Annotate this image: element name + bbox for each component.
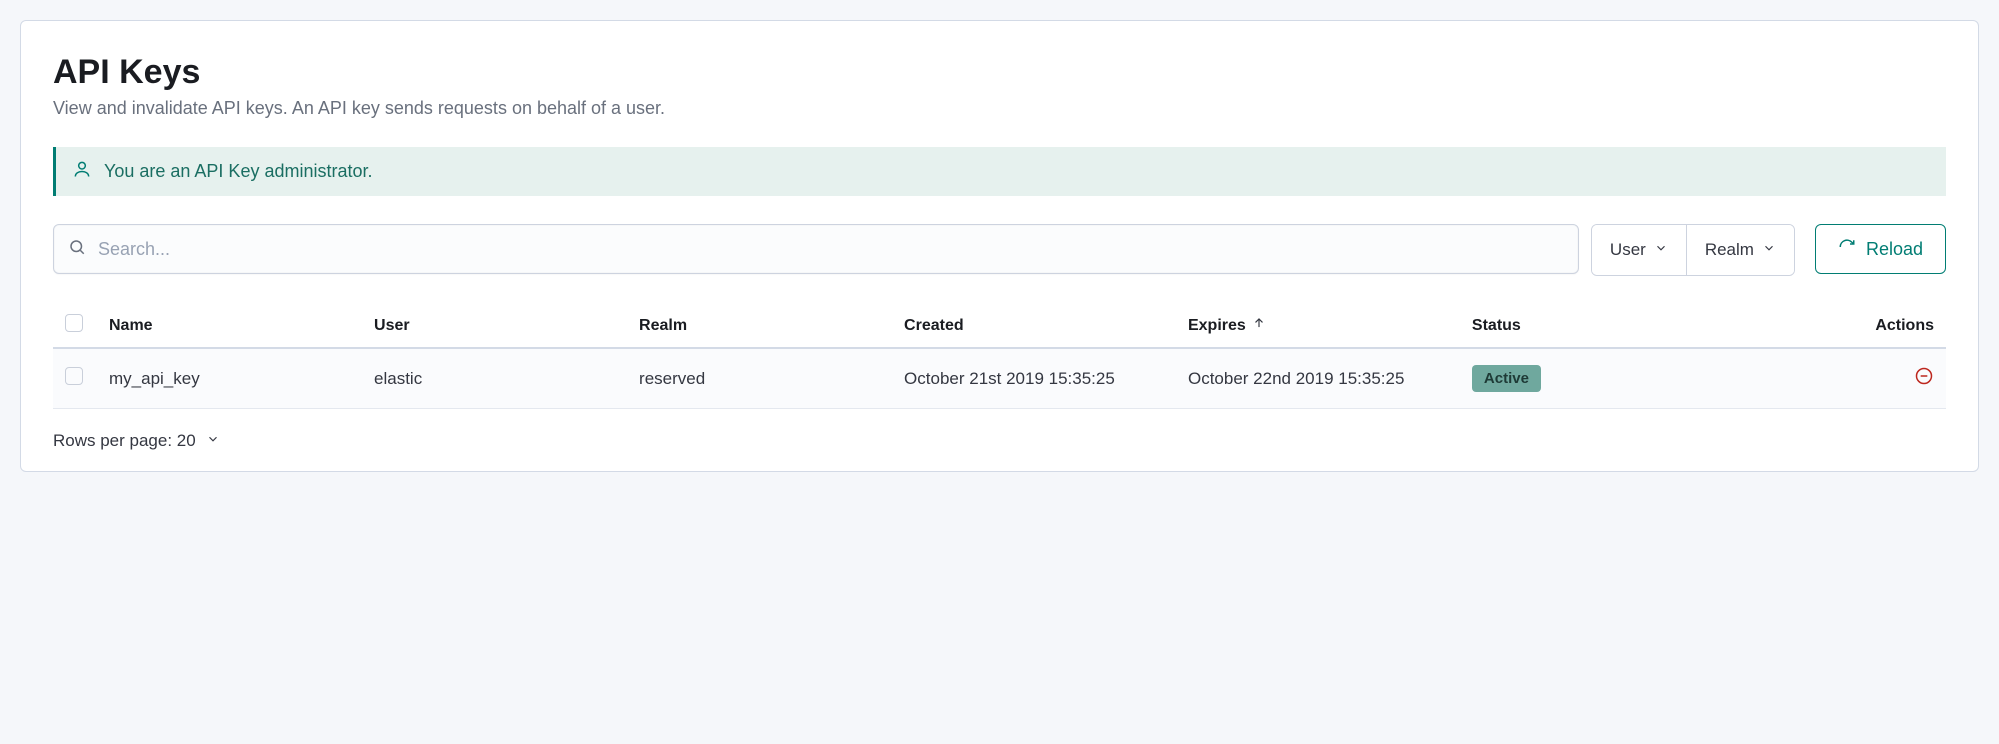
cell-realm: reserved — [627, 348, 892, 409]
row-checkbox[interactable] — [65, 367, 83, 385]
table-row: my_api_key elastic reserved October 21st… — [53, 348, 1946, 409]
status-badge: Active — [1472, 365, 1541, 392]
col-header-actions: Actions — [1725, 304, 1946, 348]
chevron-down-icon — [1762, 240, 1776, 260]
toolbar: User Realm Reload — [53, 224, 1946, 276]
invalidate-button[interactable] — [1914, 366, 1934, 391]
api-keys-table: Name User Realm Created Expires Status A… — [53, 304, 1946, 409]
sort-asc-icon — [1252, 316, 1266, 335]
search-input[interactable] — [96, 238, 1564, 261]
filter-realm-label: Realm — [1705, 240, 1754, 260]
chevron-down-icon — [1654, 240, 1668, 260]
col-header-realm[interactable]: Realm — [627, 304, 892, 348]
page-title: API Keys — [53, 53, 1946, 92]
cell-name: my_api_key — [97, 348, 362, 409]
cell-status: Active — [1460, 348, 1725, 409]
col-header-status[interactable]: Status — [1460, 304, 1725, 348]
col-expires-label: Expires — [1188, 317, 1246, 335]
filter-group: User Realm — [1591, 224, 1795, 276]
page-subtitle: View and invalidate API keys. An API key… — [53, 98, 1946, 119]
admin-callout: You are an API Key administrator. — [53, 147, 1946, 196]
cell-expires: October 22nd 2019 15:35:25 — [1176, 348, 1460, 409]
search-wrap[interactable] — [53, 224, 1579, 274]
col-header-name[interactable]: Name — [97, 304, 362, 348]
col-header-expires[interactable]: Expires — [1176, 304, 1460, 348]
user-icon — [72, 159, 92, 184]
rows-per-page-button[interactable]: Rows per page: 20 — [53, 431, 1946, 451]
cell-created: October 21st 2019 15:35:25 — [892, 348, 1176, 409]
col-header-created[interactable]: Created — [892, 304, 1176, 348]
search-icon — [68, 238, 86, 261]
reload-button[interactable]: Reload — [1815, 224, 1946, 274]
filter-realm-button[interactable]: Realm — [1687, 225, 1794, 275]
rows-per-page-label: Rows per page: 20 — [53, 431, 196, 451]
api-keys-panel: API Keys View and invalidate API keys. A… — [20, 20, 1979, 472]
col-header-user[interactable]: User — [362, 304, 627, 348]
chevron-down-icon — [206, 431, 220, 451]
cell-user: elastic — [362, 348, 627, 409]
reload-icon — [1838, 238, 1856, 261]
reload-label: Reload — [1866, 239, 1923, 260]
filter-user-button[interactable]: User — [1592, 225, 1687, 275]
select-all-checkbox[interactable] — [65, 314, 83, 332]
minus-circle-icon — [1914, 366, 1934, 391]
filter-user-label: User — [1610, 240, 1646, 260]
callout-text: You are an API Key administrator. — [104, 161, 373, 182]
